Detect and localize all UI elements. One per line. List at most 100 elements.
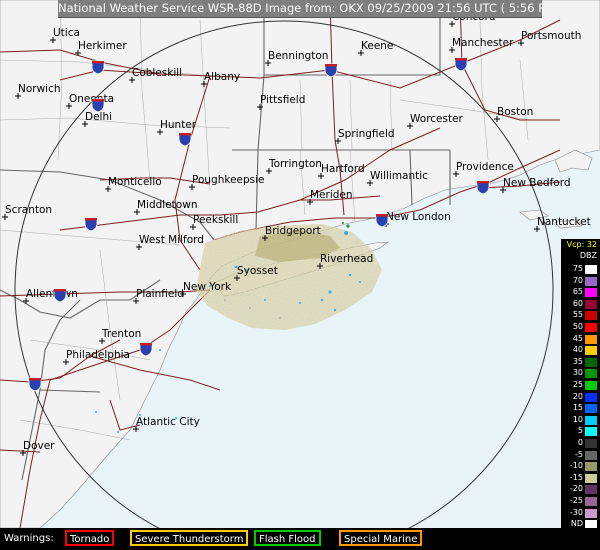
legend-value: 55: [572, 310, 583, 320]
legend-swatch: [585, 288, 597, 298]
city-label: New London: [386, 211, 451, 223]
legend-value: 10: [572, 414, 583, 424]
interstate-shield-icon: [139, 342, 153, 357]
city-label: Cobleskill: [132, 67, 182, 79]
city-label: Trenton: [101, 328, 141, 340]
city-label: Pittsfield: [260, 94, 305, 106]
legend-swatch: [585, 334, 597, 344]
legend-swatch: [585, 473, 597, 483]
legend-swatch: [585, 276, 597, 286]
legend-value: 40: [572, 345, 583, 355]
legend-value: -10: [569, 461, 583, 471]
city-label: Peekskill: [193, 214, 238, 226]
legend-value: -20: [569, 484, 583, 494]
city-label: Herkimer: [78, 40, 127, 52]
legend-row: 0: [561, 438, 600, 449]
legend-value: 70: [572, 275, 583, 285]
city-label: Boston: [497, 106, 533, 118]
legend-value: -15: [569, 472, 583, 482]
legend-swatch: [585, 485, 597, 495]
legend-swatch: [585, 450, 597, 460]
city-label: Middletown: [137, 199, 197, 211]
city-label: Syosset: [237, 265, 278, 277]
city-label: Manchester: [452, 37, 514, 49]
interstate-shield-icon: [454, 57, 468, 72]
city-label: Utica: [53, 27, 80, 39]
legend-swatch: [585, 299, 597, 309]
interstate-shield-icon: [53, 288, 67, 303]
city-label: Meriden: [310, 189, 353, 201]
legend-row: -25: [561, 496, 600, 507]
legend-value: 50: [572, 322, 583, 331]
legend-swatch: [585, 427, 597, 437]
city-label: Philadelphia: [66, 349, 130, 361]
city-label: Bridgeport: [265, 225, 321, 237]
city-label: Portsmouth: [521, 30, 581, 42]
radar-map: UticaHerkimerConcordPortsmouthManchester…: [0, 0, 600, 528]
city-label: Dover: [23, 440, 55, 452]
city-label: Worcester: [410, 113, 464, 125]
legend-swatch: [585, 265, 597, 274]
legend-swatch: [585, 439, 597, 448]
interstate-shield-icon: [476, 180, 490, 195]
legend-row: 45: [561, 334, 600, 345]
interstate-shield-icon: [84, 217, 98, 232]
legend-row: 35: [561, 357, 600, 368]
legend-value: -30: [569, 507, 583, 517]
city-label: Oneonta: [69, 93, 114, 105]
legend-row: -30: [561, 508, 600, 519]
legend-row: 75: [561, 264, 600, 275]
legend-swatch: [585, 462, 597, 472]
city-label: Delhi: [85, 111, 112, 123]
legend-row: 10: [561, 415, 600, 426]
warnings-bar: Warnings: Tornado Severe Thunderstorm Fl…: [0, 528, 600, 550]
legend-swatch: [585, 392, 597, 402]
legend-value: 25: [572, 380, 583, 389]
city-label: West Milford: [139, 234, 204, 246]
city-label: Willimantic: [370, 170, 428, 182]
legend-swatch: [585, 508, 597, 518]
legend-row: 40: [561, 345, 600, 356]
legend-value: 0: [577, 438, 583, 447]
legend-row: -5: [561, 450, 600, 461]
city-label: Nantucket: [537, 216, 591, 228]
legend-value: -25: [569, 496, 583, 505]
dbz-unit-label: DBZ: [579, 251, 597, 260]
legend-row: 25: [561, 380, 600, 391]
flash-flood-warning-key: Flash Flood: [254, 530, 321, 546]
city-label: Bennington: [268, 50, 328, 62]
legend-value: 75: [572, 264, 583, 273]
legend-swatch: [585, 369, 597, 379]
legend-swatch: [585, 311, 597, 321]
legend-value: 15: [572, 403, 583, 413]
legend-row: -15: [561, 473, 600, 484]
city-label: New Bedford: [503, 177, 571, 189]
legend-swatch: [585, 415, 597, 425]
legend-row: -20: [561, 484, 600, 495]
legend-swatch: [585, 404, 597, 414]
city-label: Springfield: [338, 128, 395, 140]
city-label: Norwich: [18, 83, 61, 95]
legend-row: 20: [561, 392, 600, 403]
legend-value: -5: [575, 449, 583, 459]
severe-thunderstorm-warning-key: Severe Thunderstorm: [130, 530, 249, 546]
legend-value: 45: [572, 333, 583, 343]
interstate-shield-icon: [91, 60, 105, 75]
city-label: Keene: [361, 40, 393, 52]
legend-swatch: [585, 357, 597, 367]
legend-value: 30: [572, 368, 583, 378]
interstate-shield-icon: [28, 377, 42, 392]
warnings-label: Warnings:: [4, 533, 54, 544]
city-label: Riverhead: [320, 253, 373, 265]
city-label: Allentown: [26, 288, 78, 300]
legend-row: 5: [561, 426, 600, 437]
legend-value: 60: [572, 298, 583, 308]
interstate-shield-icon: [324, 63, 338, 78]
interstate-shield-icon: [178, 132, 192, 147]
radar-viewer: UticaHerkimerConcordPortsmouthManchester…: [0, 0, 600, 550]
legend-row: 30: [561, 368, 600, 379]
image-title: National Weather Service WSR-88D Image f…: [58, 0, 542, 18]
legend-row: 65: [561, 287, 600, 298]
city-label: Hunter: [160, 119, 197, 131]
legend-value: 20: [572, 391, 583, 401]
